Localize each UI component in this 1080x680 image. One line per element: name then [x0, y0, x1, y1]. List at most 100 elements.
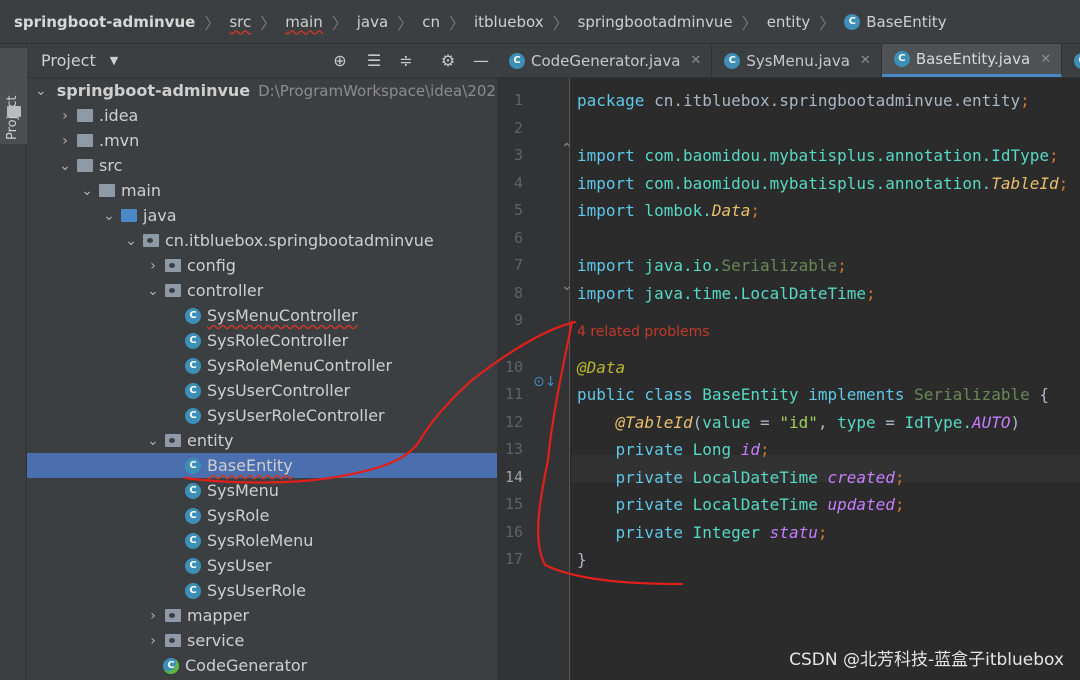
code-token: = — [750, 413, 780, 432]
chevron-right-icon[interactable]: › — [57, 133, 73, 149]
gear-icon[interactable]: ⚙ — [437, 50, 459, 72]
tree-item-label: .idea — [99, 106, 139, 125]
chevron-right-icon[interactable]: › — [145, 633, 161, 649]
code-token: public class — [577, 385, 693, 404]
editor-tab[interactable]: C SysMenu.java ✕ — [712, 44, 882, 77]
expand-all-icon[interactable]: ☰ — [363, 50, 385, 72]
chevron-right-icon[interactable]: › — [145, 258, 161, 274]
tree-row[interactable]: › service — [27, 628, 497, 653]
tree-row[interactable]: ⌄ src — [27, 153, 497, 178]
breadcrumb-item[interactable]: main — [285, 13, 322, 31]
editor-tab-label: CodeGenerator.java — [531, 51, 681, 70]
close-icon[interactable]: ✕ — [690, 53, 701, 68]
module-path: D:\ProgramWorkspace\idea\2022 — [258, 81, 497, 100]
tree-row[interactable]: › .idea — [27, 103, 497, 128]
breadcrumb-item[interactable]: cn — [422, 13, 440, 31]
tree-row[interactable]: ⌄ cn.itbluebox.springbootadminvue — [27, 228, 497, 253]
editor-tab[interactable]: C CodeGenerator.java ✕ — [497, 44, 713, 77]
chevron-down-icon[interactable]: ⌄ — [57, 158, 73, 174]
tree-item-label: config — [187, 256, 236, 275]
code-editor[interactable]: package cn.itbluebox.springbootadminvue.… — [571, 78, 1080, 680]
tree-row[interactable]: › mapper — [27, 603, 497, 628]
breadcrumb-item[interactable]: itbluebox — [474, 13, 544, 31]
breadcrumb-item[interactable]: java — [357, 13, 388, 31]
tree-row[interactable]: C SysRole — [27, 503, 497, 528]
close-icon[interactable]: ✕ — [1040, 52, 1051, 67]
tree-row[interactable]: ⌄ springboot-adminvue D:\ProgramWorkspace\… — [27, 78, 497, 103]
chevron-down-icon[interactable]: ⌄ — [101, 208, 117, 224]
locate-icon[interactable]: ⊕ — [329, 50, 351, 72]
code-token: Data — [711, 201, 751, 220]
chevron-down-icon[interactable]: ⌄ — [145, 283, 161, 299]
code-token: import — [577, 284, 635, 303]
code-token: ; — [1049, 146, 1059, 165]
chevron-right-icon[interactable]: › — [145, 608, 161, 624]
code-token: LocalDateTime — [682, 495, 828, 514]
tree-row[interactable]: C SysUserRole — [27, 578, 497, 603]
folder-icon — [7, 106, 21, 117]
chevron-down-icon[interactable]: ⌄ — [145, 433, 161, 449]
tree-row[interactable]: C SysRoleMenu — [27, 528, 497, 553]
project-tree: ⌄ springboot-adminvue D:\ProgramWorkspace\… — [27, 78, 497, 680]
code-token: ; — [817, 523, 828, 542]
code-token: type — [837, 413, 876, 432]
tree-row[interactable]: › config — [27, 253, 497, 278]
line-number: 12 — [504, 413, 523, 431]
code-token: com.baomidou.mybatisplus.annotation. — [634, 174, 992, 193]
tree-row[interactable]: C SysMenu — [27, 478, 497, 503]
chevron-down-icon[interactable]: ⌄ — [35, 83, 47, 99]
editor-tab[interactable]: C BaseEntity.java ✕ — [881, 44, 1063, 77]
tree-item-label: controller — [187, 281, 264, 300]
tree-row[interactable]: C CodeGenerator — [27, 653, 497, 678]
project-tool-label[interactable]: Project — [5, 96, 20, 140]
breadcrumb-item[interactable]: BaseEntity — [866, 13, 946, 31]
code-line: } — [577, 549, 587, 571]
code-token: private — [615, 440, 683, 459]
tree-row[interactable]: C SysUserRoleController — [27, 403, 497, 428]
left-tool-strip: Project — [0, 44, 27, 680]
breadcrumb-item[interactable]: entity — [767, 13, 811, 31]
breadcrumb-item[interactable]: springbootadminvue — [578, 13, 733, 31]
project-panel-title[interactable]: Project — [41, 51, 96, 70]
code-token: ; — [865, 284, 876, 303]
tree-row[interactable]: ⌄ controller — [27, 278, 497, 303]
tree-row[interactable]: › .mvn — [27, 128, 497, 153]
code-line: import com.baomidou.mybatisplus.annotati… — [577, 145, 1059, 167]
tree-row[interactable]: C SysRoleController — [27, 328, 497, 353]
breadcrumb-item[interactable]: springboot-adminvue — [14, 13, 195, 31]
collapse-all-icon[interactable]: ≑ — [395, 50, 417, 72]
tree-row[interactable]: C SysMenuController — [27, 303, 497, 328]
chevron-right-icon[interactable]: › — [57, 108, 73, 124]
chevron-down-icon[interactable]: ▼ — [110, 54, 118, 67]
tree-row[interactable]: C SysUser — [27, 553, 497, 578]
code-token: ) — [1010, 413, 1021, 432]
package-icon — [165, 284, 181, 297]
tree-row[interactable]: ⌄ java — [27, 203, 497, 228]
chevron-down-icon[interactable]: ⌄ — [123, 233, 139, 249]
code-token: AUTO — [971, 413, 1011, 432]
code-token: ; — [1058, 174, 1069, 193]
editor-gutter: ⌃ ⌄ ⊙↓ 💡 1234567891011121314151617 — [497, 78, 606, 680]
tree-item-label: springboot-adminvue — [56, 81, 251, 100]
close-icon[interactable]: ✕ — [860, 53, 871, 68]
tree-row[interactable]: ⌄ main — [27, 178, 497, 203]
code-token: ; — [760, 440, 770, 459]
line-number: 7 — [513, 256, 523, 274]
hide-icon[interactable]: — — [470, 50, 492, 72]
line-number: 8 — [513, 284, 523, 302]
class-icon: C — [185, 357, 201, 374]
tree-item-label: BaseEntity — [207, 456, 293, 475]
editor-tab[interactable]: CS — [1062, 44, 1080, 77]
breadcrumb-item[interactable]: src — [229, 13, 251, 31]
tree-row[interactable]: C SysUserController — [27, 378, 497, 403]
implementation-gutter-icon[interactable]: ⊙↓ — [533, 374, 556, 390]
related-problems-hint[interactable]: 4 related problems — [577, 324, 710, 340]
chevron-down-icon[interactable]: ⌄ — [79, 183, 95, 199]
tree-row[interactable]: ⌄ entity — [27, 428, 497, 453]
tree-row[interactable]: C BaseEntity — [27, 453, 497, 478]
code-line: private Integer statu; — [577, 522, 828, 544]
code-token: LocalDateTime — [682, 468, 828, 487]
project-panel-header: Project ▼ ⊕ ☰ ≑ ⚙ — — [27, 44, 497, 78]
tree-row[interactable]: C SysRoleMenuController — [27, 353, 497, 378]
